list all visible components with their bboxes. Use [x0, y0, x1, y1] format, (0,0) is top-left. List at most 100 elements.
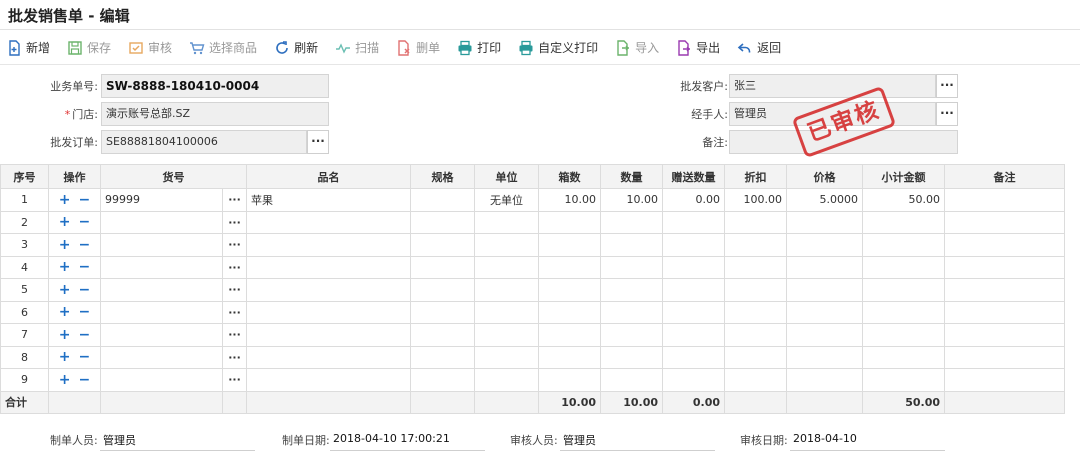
cell-unit[interactable]: [474, 233, 539, 257]
add-row-icon[interactable]: +: [59, 303, 71, 321]
cell-remark[interactable]: [944, 368, 1065, 392]
add-row-icon[interactable]: +: [59, 371, 71, 389]
cell-spec[interactable]: [410, 300, 475, 324]
cell-boxes[interactable]: [538, 368, 601, 392]
cell-unit[interactable]: [474, 210, 539, 234]
cell-spec[interactable]: [410, 278, 475, 302]
cell-qty[interactable]: [600, 233, 663, 257]
cell-qty[interactable]: 10.00: [600, 188, 663, 212]
cell-sku[interactable]: [100, 323, 223, 347]
sku-picker-button[interactable]: ···: [222, 323, 247, 347]
cell-name[interactable]: [246, 210, 411, 234]
header-col-remark[interactable]: 备注: [944, 164, 1065, 189]
cell-name[interactable]: [246, 368, 411, 392]
add-row-icon[interactable]: +: [59, 236, 71, 254]
toolbar-button-select-goods[interactable]: 选择商品: [189, 39, 257, 56]
cell-price[interactable]: [786, 278, 863, 302]
cell-unit[interactable]: [474, 368, 539, 392]
cell-spec[interactable]: [410, 188, 475, 212]
cell-price[interactable]: [786, 255, 863, 279]
toolbar-button-export[interactable]: 导出: [676, 39, 720, 56]
cell-unit[interactable]: [474, 345, 539, 369]
cell-spec[interactable]: [410, 210, 475, 234]
cell-subtotal[interactable]: [862, 345, 945, 369]
sku-picker-button[interactable]: ···: [222, 210, 247, 234]
store-field[interactable]: 演示账号总部.SZ: [101, 102, 329, 126]
header-col-spec[interactable]: 规格: [410, 164, 475, 189]
sku-picker-button[interactable]: ···: [222, 278, 247, 302]
cell-gift[interactable]: [662, 255, 725, 279]
cell-remark[interactable]: [944, 255, 1065, 279]
cell-sku[interactable]: [100, 210, 223, 234]
handler-picker-button[interactable]: ···: [936, 102, 958, 126]
add-row-icon[interactable]: +: [59, 213, 71, 231]
cell-discount[interactable]: [724, 233, 787, 257]
remove-row-icon[interactable]: −: [79, 348, 91, 366]
cell-spec[interactable]: [410, 368, 475, 392]
cell-unit[interactable]: [474, 300, 539, 324]
remove-row-icon[interactable]: −: [79, 236, 91, 254]
cell-boxes[interactable]: 10.00: [538, 188, 601, 212]
cell-qty[interactable]: [600, 323, 663, 347]
cell-boxes[interactable]: [538, 210, 601, 234]
cell-discount[interactable]: [724, 210, 787, 234]
cell-subtotal[interactable]: [862, 278, 945, 302]
sku-picker-button[interactable]: ···: [222, 233, 247, 257]
cell-spec[interactable]: [410, 323, 475, 347]
sku-picker-button[interactable]: ···: [222, 255, 247, 279]
remove-row-icon[interactable]: −: [79, 371, 91, 389]
cell-sku[interactable]: [100, 278, 223, 302]
header-col-subtotal[interactable]: 小计金额: [862, 164, 945, 189]
remove-row-icon[interactable]: −: [79, 191, 91, 209]
remove-row-icon[interactable]: −: [79, 281, 91, 299]
cell-boxes[interactable]: [538, 300, 601, 324]
add-row-icon[interactable]: +: [59, 191, 71, 209]
cell-price[interactable]: [786, 368, 863, 392]
cell-unit[interactable]: 无单位: [474, 188, 539, 212]
cell-sku[interactable]: [100, 345, 223, 369]
cell-qty[interactable]: [600, 300, 663, 324]
cell-gift[interactable]: [662, 210, 725, 234]
remove-row-icon[interactable]: −: [79, 258, 91, 276]
remove-row-icon[interactable]: −: [79, 326, 91, 344]
cell-subtotal[interactable]: [862, 255, 945, 279]
wholesale-order-picker-button[interactable]: ···: [307, 130, 329, 154]
cell-qty[interactable]: [600, 210, 663, 234]
order-no-field[interactable]: SW-8888-180410-0004: [101, 74, 329, 98]
add-row-icon[interactable]: +: [59, 326, 71, 344]
cell-sku[interactable]: [100, 255, 223, 279]
cell-remark[interactable]: [944, 188, 1065, 212]
cell-name[interactable]: [246, 255, 411, 279]
cell-unit[interactable]: [474, 323, 539, 347]
cell-qty[interactable]: [600, 345, 663, 369]
cell-discount[interactable]: [724, 345, 787, 369]
header-col-index[interactable]: 序号: [0, 164, 49, 189]
cell-discount[interactable]: [724, 278, 787, 302]
cell-price[interactable]: [786, 323, 863, 347]
customer-field[interactable]: 张三: [729, 74, 936, 98]
cell-remark[interactable]: [944, 345, 1065, 369]
header-col-name[interactable]: 品名: [246, 164, 411, 189]
cell-subtotal[interactable]: [862, 210, 945, 234]
toolbar-button-back-arrow[interactable]: 返回: [737, 39, 781, 56]
remove-row-icon[interactable]: −: [79, 213, 91, 231]
cell-sku[interactable]: 99999: [100, 188, 223, 212]
cell-gift[interactable]: [662, 323, 725, 347]
cell-boxes[interactable]: [538, 255, 601, 279]
remove-row-icon[interactable]: −: [79, 303, 91, 321]
toolbar-button-scan[interactable]: 扫描: [335, 39, 379, 56]
cell-remark[interactable]: [944, 300, 1065, 324]
cell-name[interactable]: [246, 233, 411, 257]
cell-price[interactable]: [786, 300, 863, 324]
cell-gift[interactable]: [662, 345, 725, 369]
toolbar-button-save[interactable]: 保存: [67, 39, 111, 56]
cell-qty[interactable]: [600, 278, 663, 302]
cell-gift[interactable]: [662, 233, 725, 257]
cell-qty[interactable]: [600, 255, 663, 279]
customer-picker-button[interactable]: ···: [936, 74, 958, 98]
toolbar-button-refresh[interactable]: 刷新: [274, 39, 318, 56]
cell-sku[interactable]: [100, 300, 223, 324]
cell-spec[interactable]: [410, 233, 475, 257]
toolbar-button-custom-print[interactable]: 自定义打印: [518, 39, 598, 56]
header-col-discount[interactable]: 折扣: [724, 164, 787, 189]
